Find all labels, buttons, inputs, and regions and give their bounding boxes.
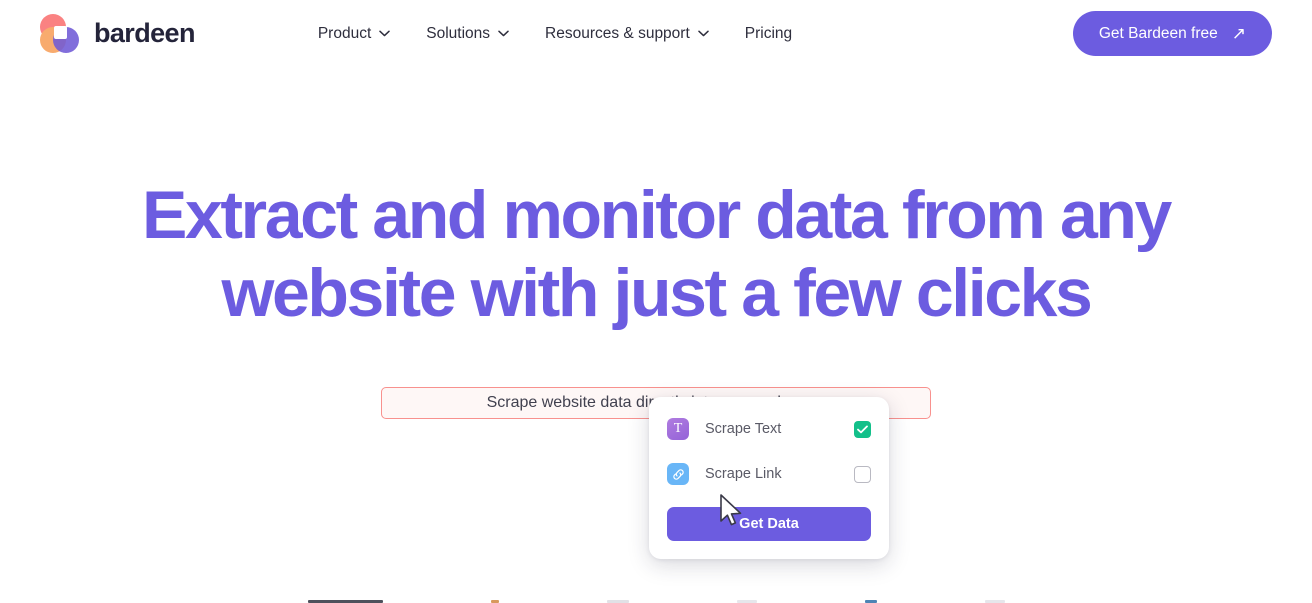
brand-name: bardeen xyxy=(94,18,195,48)
scrape-options-dropdown: T Scrape Text Scrape Link Get Data xyxy=(649,397,889,559)
bardeen-logo-icon xyxy=(40,13,80,54)
nav-item-product[interactable]: Product xyxy=(317,24,391,43)
logo-center-notch xyxy=(54,25,67,39)
scrape-text-checkbox[interactable] xyxy=(854,420,871,438)
logos-strip-cutoff xyxy=(0,599,1312,603)
chevron-down-icon xyxy=(698,30,709,37)
get-bardeen-free-button[interactable]: Get Bardeen free ↗ xyxy=(1072,11,1272,56)
page-title: Extract and monitor data from any websit… xyxy=(0,177,1312,332)
headline-line-1: Extract and monitor data from any xyxy=(142,177,1172,253)
scrape-option-label: Scrape Link xyxy=(705,466,782,482)
nav-item-solutions[interactable]: Solutions xyxy=(426,25,509,43)
scrape-option-row-text[interactable]: T Scrape Text xyxy=(667,413,871,445)
scrape-option-row-link[interactable]: Scrape Link xyxy=(667,458,871,490)
chevron-down-icon xyxy=(498,30,509,37)
nav-item-label: Pricing xyxy=(744,24,793,42)
link-icon xyxy=(667,463,689,485)
chevron-down-icon xyxy=(379,30,391,37)
headline-line-2: website with just a few clicks xyxy=(221,254,1093,331)
text-icon: T xyxy=(667,418,689,440)
hero-section: Extract and monitor data from any websit… xyxy=(0,67,1312,420)
scrape-link-checkbox[interactable] xyxy=(854,465,871,483)
brand-logo[interactable]: bardeen xyxy=(40,13,195,54)
nav-item-resources-support[interactable]: Resources & support xyxy=(545,25,709,43)
scrape-option-label: Scrape Text xyxy=(705,421,782,437)
nav-item-pricing[interactable]: Pricing xyxy=(745,25,792,43)
nav-item-label: Solutions xyxy=(426,24,491,42)
cta-label: Get Bardeen free xyxy=(1098,24,1218,42)
nav-item-label: Product xyxy=(317,24,372,42)
checkmark-icon xyxy=(857,425,868,433)
main-navigation: Product Solutions Resources & support Pr… xyxy=(318,25,792,43)
site-header: bardeen Product Solutions Resources & su… xyxy=(0,0,1312,67)
get-data-button[interactable]: Get Data xyxy=(667,507,871,541)
text-icon-glyph: T xyxy=(673,421,683,436)
nav-item-label: Resources & support xyxy=(545,24,690,42)
arrow-up-right-icon: ↗ xyxy=(1231,24,1246,43)
